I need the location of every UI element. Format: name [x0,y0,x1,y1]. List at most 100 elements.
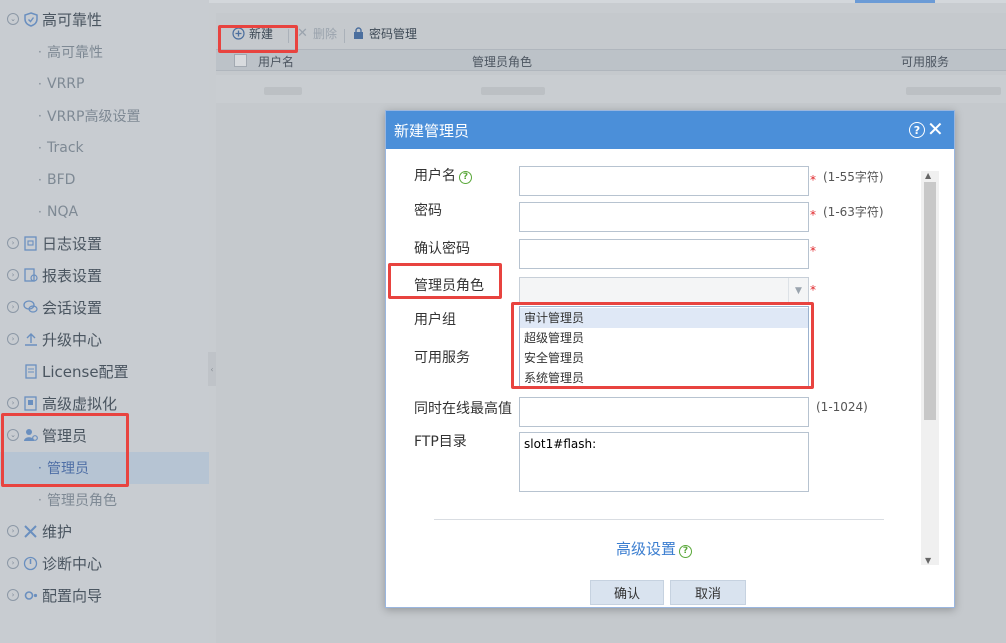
nav-item-log[interactable]: › 日志设置 [0,228,209,258]
confirm-button[interactable]: 确认 [590,580,664,605]
password-hint: (1-63字符) [823,205,884,219]
section-divider [434,519,884,520]
new-button[interactable]: 新建 [232,25,273,42]
nav-item-license[interactable]: License配置 [0,356,209,386]
subitem-admin-role[interactable]: · 管理员角色 [0,484,209,516]
role-option[interactable]: 超级管理员 [520,328,808,348]
subitem-label: 高可靠性 [47,45,103,61]
new-admin-dialog: 新建管理员 ? ✕ 用户名? * (1-55字符) 密码 * (1-63字符) … [385,110,955,608]
bullet: · [38,461,42,475]
select-all-checkbox[interactable] [234,54,247,67]
max-online-label: 同时在线最高值 [414,401,512,417]
scroll-down-icon[interactable]: ▼ [925,556,931,565]
nav-item-upgrade[interactable]: › 升级中心 [0,324,209,354]
scroll-up-icon[interactable]: ▲ [925,171,931,180]
expand-toggle-icon[interactable]: › [7,397,19,409]
nav-item-report[interactable]: › 报表设置 [0,260,209,290]
wizard-icon [23,588,38,603]
subitem-label: 管理员 [47,461,89,477]
subitem-label: NQA [47,204,79,220]
nav-item-session[interactable]: › 会话设置 [0,292,209,322]
expand-toggle-icon[interactable]: ⌄ [7,13,19,25]
column-header[interactable]: 用户名 [258,53,294,70]
toolbar-divider [344,29,345,43]
column-header[interactable]: 可用服务 [901,53,949,70]
advanced-settings-link[interactable]: 高级设置? [616,538,693,559]
toolbar: 新建 ✕ 删除 密码管理 [216,21,1006,49]
expand-toggle-icon[interactable]: › [7,333,19,345]
dialog-header[interactable]: 新建管理员 ? ✕ [386,111,954,149]
max-online-field[interactable] [519,397,809,427]
subitem-label: Track [47,140,84,156]
password-manage-button[interactable]: 密码管理 [352,25,417,42]
close-icon[interactable]: ✕ [927,117,944,141]
question-icon[interactable]: ? [679,544,693,558]
dialog-scrollbar[interactable]: ▲ ▼ [921,171,939,565]
bullet: · [38,205,42,219]
expand-toggle-icon[interactable]: › [7,269,19,281]
subitem-admin[interactable]: · 管理员 [0,452,209,484]
password-field[interactable] [519,202,809,232]
username-label-text: 用户名 [414,168,456,184]
username-label: 用户名? [414,165,472,185]
confirm-password-field[interactable] [519,239,809,269]
expand-toggle-icon[interactable]: › [7,301,19,313]
expand-toggle-icon[interactable]: › [7,525,19,537]
plus-circle-icon [232,27,245,40]
report-icon [23,267,38,283]
subitem-track[interactable]: · Track [0,132,209,164]
question-icon[interactable]: ? [459,170,472,184]
subitem-bfd[interactable]: · BFD [0,164,209,196]
bullet: · [38,77,42,91]
role-select[interactable]: ▼ [519,277,809,305]
lock-icon [352,27,365,40]
required-mark: * [810,173,816,187]
expand-toggle-icon[interactable]: › [7,589,19,601]
expand-toggle-icon[interactable]: › [7,237,19,249]
nav-item-virtualization[interactable]: › 高级虚拟化 [0,388,209,418]
nav-label: 高级虚拟化 [42,394,118,413]
expand-toggle-icon[interactable]: › [7,557,19,569]
required-mark: * [810,208,816,222]
column-header[interactable]: 管理员角色 [472,53,532,70]
scroll-thumb[interactable] [924,182,936,420]
redacted-cell [906,87,1001,95]
nav-item-admin[interactable]: ⌄ 管理员 [0,420,209,450]
role-option[interactable]: 审计管理员 [520,308,808,328]
nav-label: 会话设置 [42,298,103,317]
ftp-dir-label: FTP目录 [414,434,467,450]
nav-item-maintenance[interactable]: › 维护 [0,516,209,546]
nav-item-wizard[interactable]: › 配置向导 [0,580,209,610]
advanced-settings-label: 高级设置 [616,540,677,558]
delete-icon: ✕ [297,26,308,41]
required-mark: * [810,244,816,258]
cancel-button[interactable]: 取消 [670,580,746,605]
subitem-vrrp[interactable]: · VRRP [0,68,209,100]
top-accent [855,0,935,3]
ftp-dir-field[interactable]: slot1#flash: [519,432,809,492]
bullet: · [38,493,42,507]
chevron-down-icon[interactable]: ▼ [788,278,808,304]
nav-item-ha[interactable]: ⌄ 高可靠性 [0,4,209,34]
subitem-vrrp-advanced[interactable]: · VRRP高级设置 [0,100,209,132]
sidebar-collapse-handle[interactable]: ‹ [208,352,216,386]
subitem-nqa[interactable]: · NQA [0,196,209,228]
table-row[interactable] [216,75,1006,103]
help-icon[interactable]: ? [909,122,925,138]
nav-label: 日志设置 [42,234,103,253]
nav-item-diagnosis[interactable]: › 诊断中心 [0,548,209,578]
subitem-ha[interactable]: · 高可靠性 [0,36,209,68]
role-option[interactable]: 安全管理员 [520,348,808,368]
expand-toggle-icon[interactable]: ⌄ [7,429,19,441]
password-manage-label: 密码管理 [369,27,418,41]
upgrade-icon [23,332,38,347]
subitem-label: 管理员角色 [47,493,117,509]
nav-label: License配置 [42,362,129,381]
role-option[interactable]: 系统管理员 [520,368,808,388]
virtualization-icon [23,395,38,411]
delete-button[interactable]: ✕ 删除 [296,25,337,42]
username-field[interactable] [519,166,809,196]
user-group-label: 用户组 [414,312,456,328]
session-icon [23,300,38,315]
nav-label: 升级中心 [42,330,103,349]
